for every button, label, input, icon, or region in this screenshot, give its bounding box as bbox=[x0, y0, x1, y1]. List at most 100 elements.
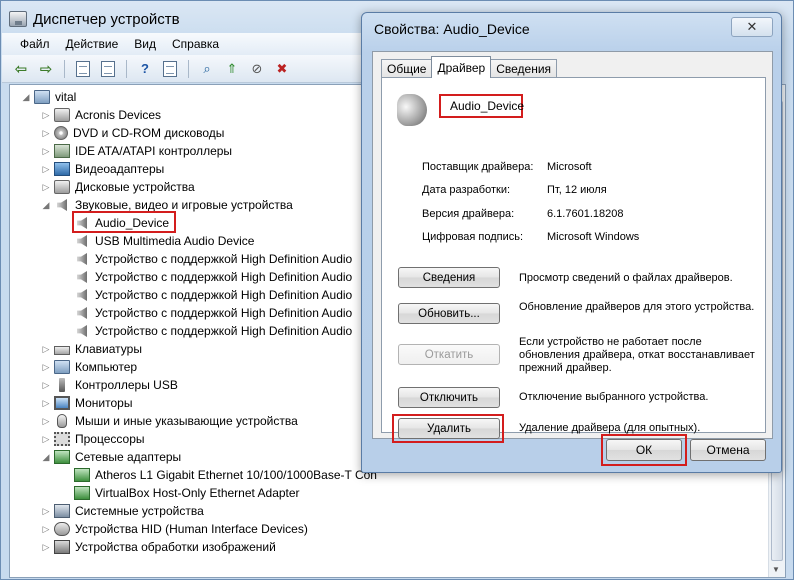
rollback-button[interactable]: Откатить bbox=[398, 344, 500, 365]
close-button[interactable]: ✕ bbox=[731, 17, 773, 37]
tree-label: Видеоадаптеры bbox=[75, 162, 165, 176]
tree-category-14[interactable]: ▷ Устройства HID (Human Interface Devices… bbox=[40, 520, 308, 538]
tree-category-5[interactable]: ◢ Звуковые, видео и игровые устройства bbox=[40, 196, 293, 214]
expand-toggle-icon[interactable]: ▷ bbox=[40, 416, 52, 427]
tree-device-sound-3[interactable]: Устройство с поддержкой High Definition … bbox=[60, 268, 352, 286]
disable-icon[interactable]: ⊘ bbox=[246, 58, 268, 80]
expand-toggle-icon[interactable]: ▷ bbox=[40, 542, 52, 553]
info-label-provider: Поставщик драйвера: bbox=[422, 161, 534, 173]
tree-device-sound-6[interactable]: Устройство с поддержкой High Definition … bbox=[60, 322, 352, 340]
expand-toggle-icon[interactable]: ▷ bbox=[40, 362, 52, 373]
expand-toggle-icon[interactable]: ◢ bbox=[40, 452, 52, 463]
tree-label: IDE ATA/ATAPI контроллеры bbox=[75, 144, 233, 158]
menu-action[interactable]: Действие bbox=[58, 35, 127, 53]
expand-toggle-icon[interactable]: ▷ bbox=[40, 398, 52, 409]
info-label-date: Дата разработки: bbox=[422, 184, 511, 196]
tree-label: Устройство с поддержкой High Definition … bbox=[95, 324, 353, 338]
details-button[interactable]: Сведения bbox=[398, 267, 500, 288]
info-value-version: 6.1.7601.18208 bbox=[547, 208, 624, 220]
toolbar: ⇦ ⇨ ? ⌕ ⇑ ⊘ ✖ bbox=[2, 55, 372, 83]
expand-toggle-icon[interactable]: ▷ bbox=[40, 506, 52, 517]
tab-strip: Общие Драйвер Сведения bbox=[381, 56, 558, 78]
window-title: Диспетчер устройств bbox=[33, 10, 180, 28]
expand-toggle-icon[interactable]: ▷ bbox=[40, 164, 52, 175]
tree-category-3[interactable]: ▷ Видеоадаптеры bbox=[40, 160, 164, 178]
tab-general[interactable]: Общие bbox=[381, 59, 433, 78]
tree-label: Устройство с поддержкой High Definition … bbox=[95, 288, 353, 302]
expand-toggle-icon[interactable]: ◢ bbox=[40, 200, 52, 211]
tree-category-7[interactable]: ▷ Компьютер bbox=[40, 358, 137, 376]
tree-device-sound-2[interactable]: Устройство с поддержкой High Definition … bbox=[60, 250, 352, 268]
expand-toggle-icon[interactable]: ▷ bbox=[40, 380, 52, 391]
tree-category-2[interactable]: ▷ IDE ATA/ATAPI контроллеры bbox=[40, 142, 232, 160]
computer-icon bbox=[54, 360, 70, 374]
dialog-title: Свойства: Audio_Device bbox=[374, 21, 530, 37]
details-description: Просмотр сведений о файлах драйверов. bbox=[519, 272, 733, 284]
expand-toggle-icon[interactable]: ▷ bbox=[40, 344, 52, 355]
tree-label: Дисковые устройства bbox=[75, 180, 195, 194]
menu-help[interactable]: Справка bbox=[164, 35, 227, 53]
tree-category-6[interactable]: ▷ Клавиатуры bbox=[40, 340, 142, 358]
tree-device-sound-0[interactable]: Audio_Device bbox=[60, 214, 169, 232]
disable-button[interactable]: Отключить bbox=[398, 387, 500, 408]
tree-category-9[interactable]: ▷ Мониторы bbox=[40, 394, 132, 412]
tree-category-10[interactable]: ▷ Мыши и иные указывающие устройства bbox=[40, 412, 298, 430]
tree-device-network-0[interactable]: Atheros L1 Gigabit Ethernet 10/100/1000B… bbox=[60, 466, 377, 484]
menu-file[interactable]: Файл bbox=[12, 35, 58, 53]
dvd-icon bbox=[54, 126, 68, 140]
scan-hardware-icon[interactable] bbox=[159, 58, 181, 80]
tree-category-1[interactable]: ▷ DVD и CD-ROM дисководы bbox=[40, 124, 224, 142]
tree-category-13[interactable]: ▷ Системные устройства bbox=[40, 502, 204, 520]
tree-category-8[interactable]: ▷ Контроллеры USB bbox=[40, 376, 178, 394]
tree-category-12[interactable]: ◢ Сетевые адаптеры bbox=[40, 448, 181, 466]
expand-toggle-icon[interactable]: ▷ bbox=[40, 524, 52, 535]
tree-label: Устройство с поддержкой High Definition … bbox=[95, 306, 353, 320]
tab-details[interactable]: Сведения bbox=[490, 59, 558, 78]
network-icon bbox=[74, 468, 90, 482]
tree-category-4[interactable]: ▷ Дисковые устройства bbox=[40, 178, 195, 196]
network-icon bbox=[74, 486, 90, 500]
scan-changes-icon[interactable]: ⌕ bbox=[196, 58, 218, 80]
menu-view[interactable]: Вид bbox=[126, 35, 164, 53]
help-icon[interactable]: ? bbox=[134, 58, 156, 80]
properties-icon[interactable] bbox=[97, 58, 119, 80]
forward-icon[interactable]: ⇨ bbox=[35, 58, 57, 80]
properties-dialog: Свойства: Audio_Device ✕ Общие Драйвер С… bbox=[361, 12, 782, 473]
back-icon[interactable]: ⇦ bbox=[10, 58, 32, 80]
info-label-signature: Цифровая подпись: bbox=[422, 231, 524, 243]
tree-device-network-1[interactable]: VirtualBox Host-Only Ethernet Adapter bbox=[60, 484, 300, 502]
tree-category-0[interactable]: ▷ Acronis Devices bbox=[40, 106, 161, 124]
tree-device-sound-1[interactable]: USB Multimedia Audio Device bbox=[60, 232, 254, 250]
update-driver-button[interactable]: Обновить... bbox=[398, 303, 500, 324]
tree-category-11[interactable]: ▷ Процессоры bbox=[40, 430, 145, 448]
expand-toggle-icon[interactable]: ▷ bbox=[40, 182, 52, 193]
tree-category-15[interactable]: ▷ Устройства обработки изображений bbox=[40, 538, 276, 556]
cancel-button[interactable]: Отмена bbox=[690, 439, 766, 461]
speaker-icon bbox=[77, 289, 87, 301]
driver-tab-page: Audio_Device Поставщик драйвера: Microso… bbox=[381, 77, 766, 443]
speaker-icon bbox=[77, 235, 87, 247]
update-driver-icon[interactable]: ⇑ bbox=[221, 58, 243, 80]
show-hide-icon[interactable] bbox=[72, 58, 94, 80]
scroll-down-icon[interactable]: ▼ bbox=[772, 565, 780, 574]
rollback-description: Если устройство не работает после обновл… bbox=[519, 336, 755, 374]
tree-label: Звуковые, видео и игровые устройства bbox=[75, 198, 293, 212]
tab-driver[interactable]: Драйвер bbox=[431, 56, 492, 78]
tree-root-computer[interactable]: ◢ vital bbox=[20, 88, 76, 106]
uninstall-button[interactable]: Удалить bbox=[398, 418, 500, 439]
device-name-label: Audio_Device bbox=[439, 94, 524, 118]
ok-button[interactable]: ОК bbox=[606, 439, 682, 461]
tree-device-sound-5[interactable]: Устройство с поддержкой High Definition … bbox=[60, 304, 352, 322]
expand-toggle-icon[interactable]: ▷ bbox=[40, 434, 52, 445]
disk-icon bbox=[54, 108, 70, 122]
expand-toggle-icon[interactable]: ▷ bbox=[40, 128, 52, 139]
speaker-icon bbox=[77, 217, 87, 229]
tree-label: VirtualBox Host-Only Ethernet Adapter bbox=[95, 486, 300, 500]
tree-device-sound-4[interactable]: Устройство с поддержкой High Definition … bbox=[60, 286, 352, 304]
expand-toggle-icon[interactable]: ▷ bbox=[40, 110, 52, 121]
uninstall-icon[interactable]: ✖ bbox=[271, 58, 293, 80]
speaker-icon bbox=[77, 307, 87, 319]
expand-toggle-icon[interactable]: ▷ bbox=[40, 146, 52, 157]
mouse-icon bbox=[57, 414, 67, 428]
expand-toggle-icon[interactable]: ◢ bbox=[20, 92, 32, 103]
